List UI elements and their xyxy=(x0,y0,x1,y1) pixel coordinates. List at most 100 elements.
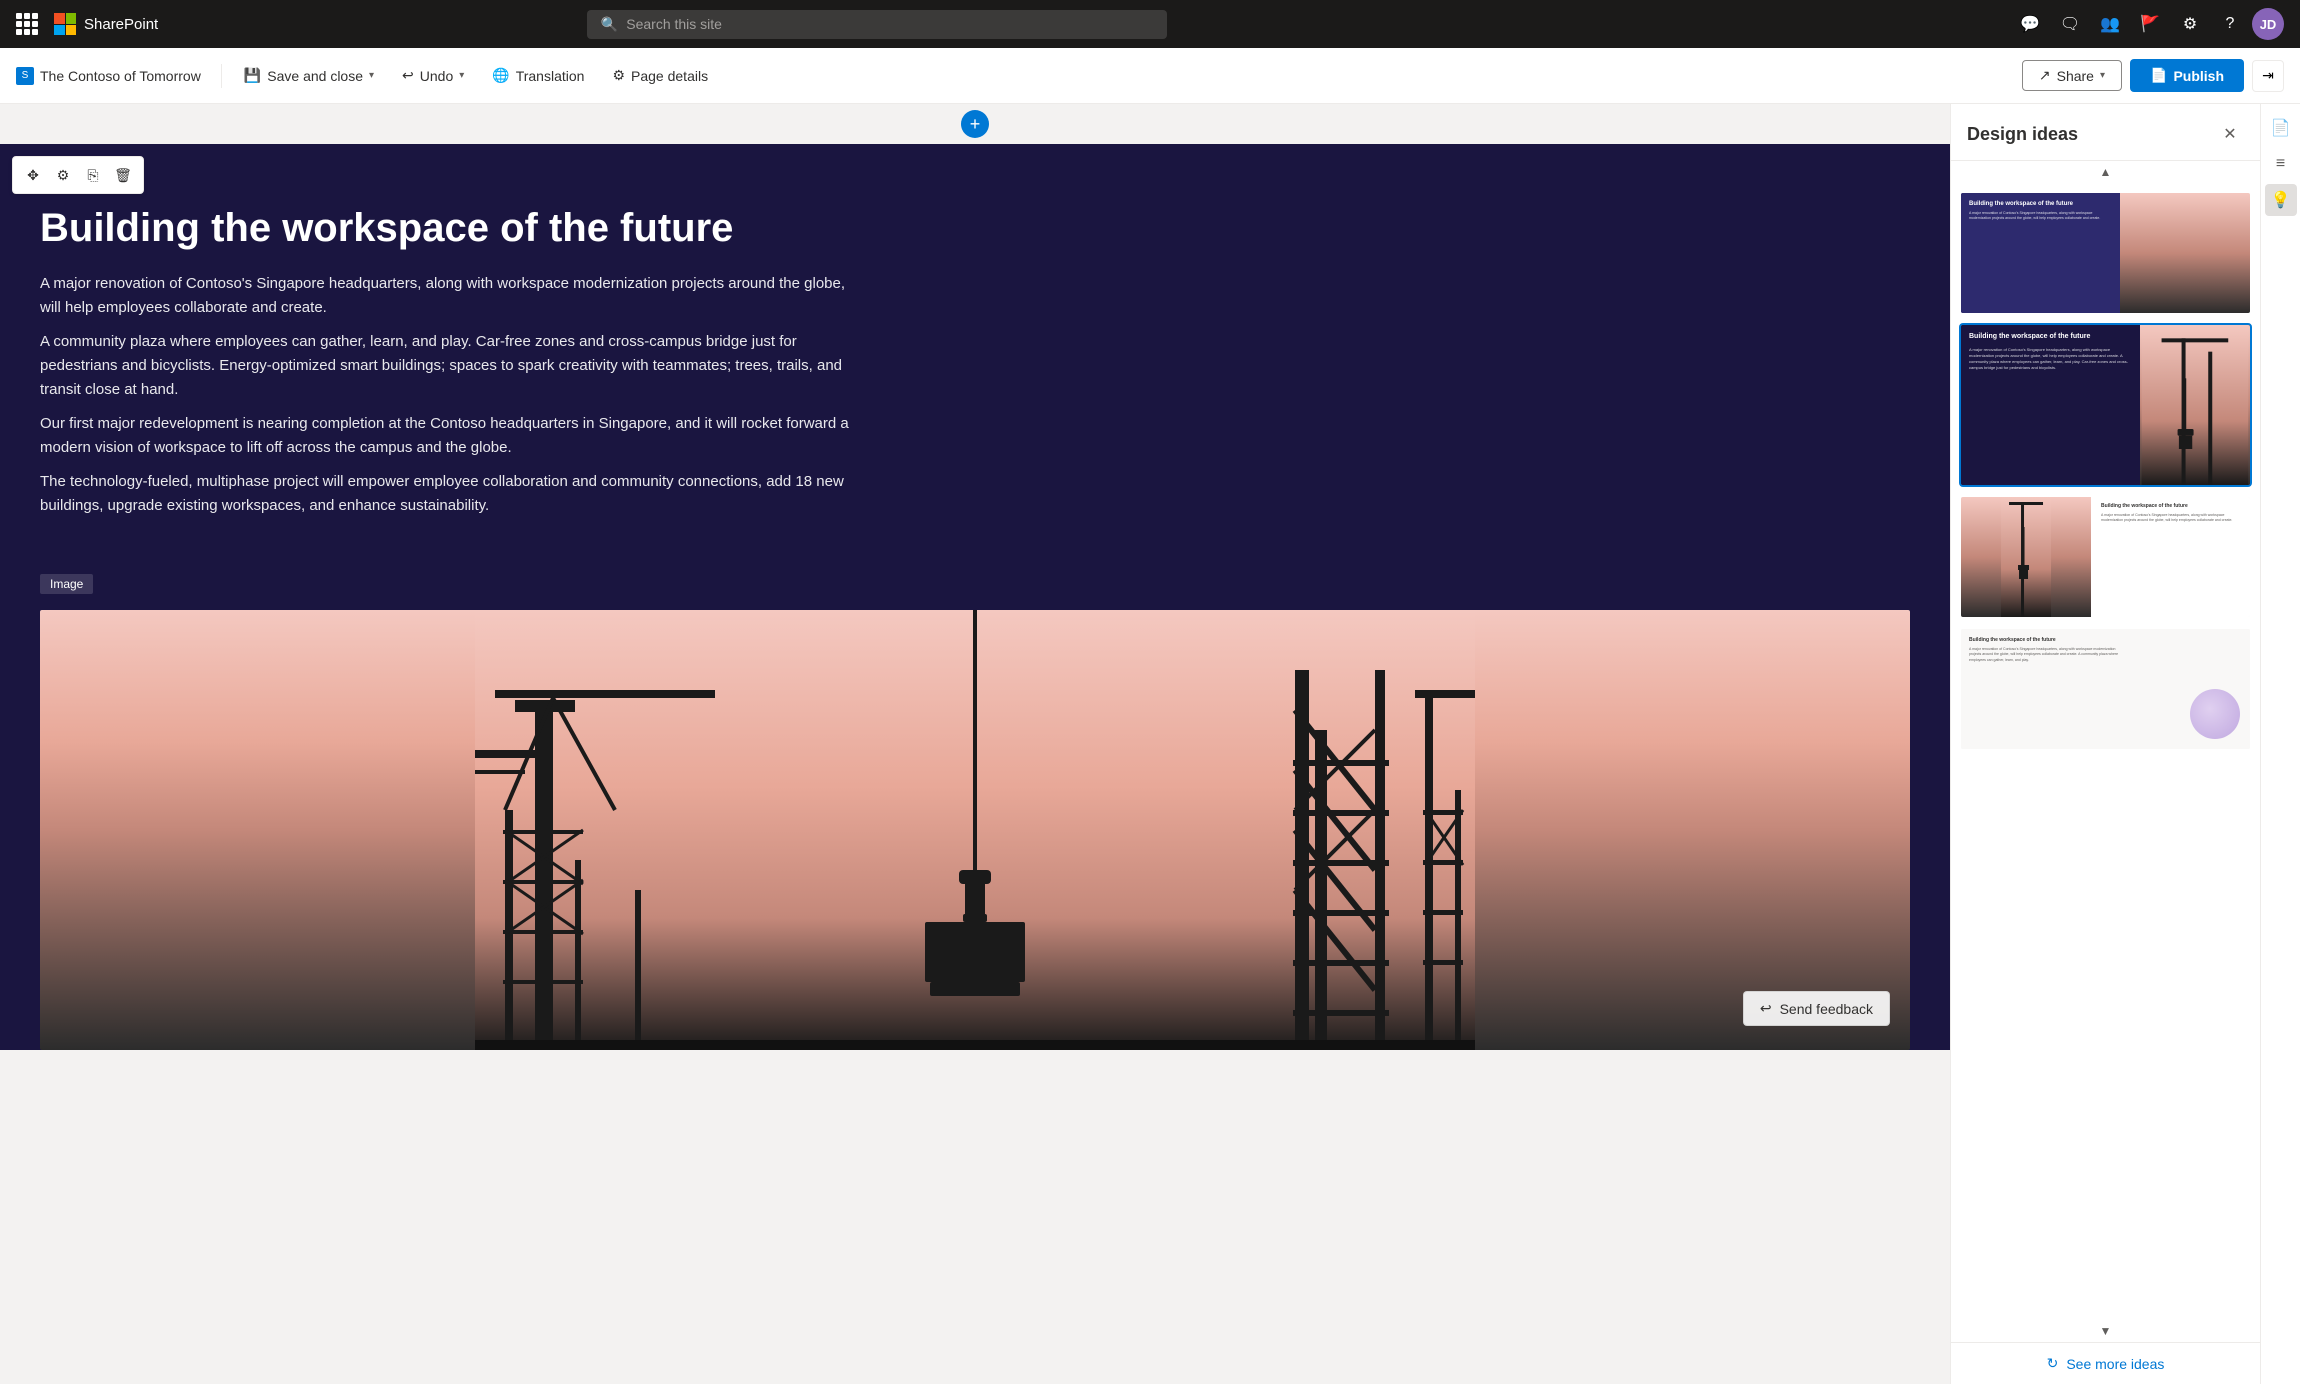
template-card-2[interactable]: Building the workspace of the future A m… xyxy=(1959,323,2252,487)
publish-button[interactable]: 📄 Publish xyxy=(2130,59,2244,92)
template-1-layout: Building the workspace of the future A m… xyxy=(1961,193,2250,313)
template-3-text: Building the workspace of the future A m… xyxy=(2095,497,2250,617)
site-icon: S xyxy=(16,67,34,85)
hero-paragraph-2[interactable]: A community plaza where employees can ga… xyxy=(40,330,860,402)
page-toolbar: S The Contoso of Tomorrow 💾 Save and clo… xyxy=(0,48,2300,104)
template-card-1[interactable]: Building the workspace of the future A m… xyxy=(1959,191,2252,315)
help-icon-button[interactable]: 💬 xyxy=(2012,6,2048,42)
design-scroll-area: Building the workspace of the future A m… xyxy=(1951,183,2260,1320)
people-icon: 👥 xyxy=(2100,14,2120,34)
format-icon: ≡ xyxy=(2276,155,2285,173)
template-3-image xyxy=(1961,497,2091,617)
construction-image[interactable]: ↩ Send feedback xyxy=(40,610,1910,1050)
waffle-dot xyxy=(16,21,22,27)
right-tool-format-button[interactable]: ≡ xyxy=(2265,148,2297,180)
edit-icon: ⚙ xyxy=(57,167,70,184)
question-icon: ? xyxy=(2226,15,2235,33)
template-4-circle-decoration xyxy=(2190,689,2240,739)
crane-illustration xyxy=(40,610,1910,1050)
waffle-dot xyxy=(24,13,30,19)
waffle-dot xyxy=(16,13,22,19)
page-details-button[interactable]: ⚙ Page details xyxy=(602,61,718,90)
design-panel-close-button[interactable]: ✕ xyxy=(2216,120,2244,148)
waffle-dot xyxy=(32,29,38,35)
translation-label: Translation xyxy=(516,68,585,84)
see-more-ideas-button[interactable]: ↻ See more ideas xyxy=(1951,1342,2260,1384)
template-thumb-4: Building the workspace of the future A m… xyxy=(1961,629,2250,749)
section-toolbar: ✥ ⚙ ⎘ 🗑 xyxy=(12,156,144,194)
save-close-label: Save and close xyxy=(267,68,363,84)
microsoft-logo-area[interactable]: SharePoint xyxy=(54,13,158,35)
send-feedback-label: Send feedback xyxy=(1780,1001,1873,1017)
save-close-button[interactable]: 💾 Save and close ▾ xyxy=(234,61,384,90)
design-panel-header: Design ideas ✕ xyxy=(1951,104,2260,161)
template-2-mini-text: A major renovation of Contoso's Singapor… xyxy=(1969,347,2128,371)
user-avatar[interactable]: JD xyxy=(2252,8,2284,40)
hero-paragraph-4[interactable]: The technology-fueled, multiphase projec… xyxy=(40,470,860,518)
template-1-mini-title: Building the workspace of the future xyxy=(1969,201,2112,207)
template-thumb-2: Building the workspace of the future A m… xyxy=(1961,325,2250,485)
image-type-label[interactable]: Image xyxy=(40,574,93,594)
template-4-mini-text: A major renovation of Contoso's Singapor… xyxy=(1969,647,2119,663)
people-button[interactable]: 👥 xyxy=(2092,6,2128,42)
section-duplicate-button[interactable]: ⎘ xyxy=(79,161,107,189)
right-tool-page-button[interactable]: 📄 xyxy=(2265,112,2297,144)
hero-paragraph-3[interactable]: Our first major redevelopment is nearing… xyxy=(40,412,860,460)
settings-button[interactable]: ⚙ xyxy=(2172,6,2208,42)
waffle-dot xyxy=(16,29,22,35)
comment-icon: 🗨 xyxy=(2060,14,2080,34)
template-3-mini-text: A major renovation of Contoso's Singapor… xyxy=(2101,513,2244,524)
template-card-4[interactable]: Building the workspace of the future A m… xyxy=(1959,627,2252,751)
chevron-down-icon: ▼ xyxy=(2100,1324,2112,1338)
template-1-mini-text: A major renovation of Contoso's Singapor… xyxy=(1969,211,2112,222)
section-delete-button[interactable]: 🗑 xyxy=(109,161,137,189)
flag-icon: 🚩 xyxy=(2140,14,2160,34)
page-editor: + ✥ ⚙ ⎘ 🗑 Building the wor xyxy=(0,104,1950,1384)
template-3-mini-title: Building the workspace of the future xyxy=(2101,503,2244,509)
template-2-mini-title: Building the workspace of the future xyxy=(1969,333,2128,340)
hero-content: Building the workspace of the future A m… xyxy=(0,144,900,558)
template-3-inner: Building the workspace of the future A m… xyxy=(1961,497,2250,617)
share-button[interactable]: ↗ Share ▾ xyxy=(2022,60,2122,91)
right-tool-design-button[interactable]: 💡 xyxy=(2265,184,2297,216)
app-launcher-button[interactable] xyxy=(16,13,38,35)
add-section-button[interactable]: + xyxy=(961,110,989,138)
share-chevron-icon: ▾ xyxy=(2100,70,2105,81)
panel-scroll-down[interactable]: ▼ xyxy=(1951,1320,2260,1342)
share-icon: ↗ xyxy=(2039,67,2051,84)
move-icon: ✥ xyxy=(27,167,39,184)
refresh-icon: ↻ xyxy=(2047,1355,2059,1372)
see-more-label: See more ideas xyxy=(2066,1356,2164,1372)
waffle-dot xyxy=(24,21,30,27)
top-navigation: SharePoint 🔍 Search this site 💬 🗨 👥 🚩 ⚙ … xyxy=(0,0,2300,48)
search-box[interactable]: 🔍 Search this site xyxy=(587,10,1167,39)
comments-button[interactable]: 🗨 xyxy=(2052,6,2088,42)
page-icon: 📄 xyxy=(2271,118,2291,138)
translation-button[interactable]: 🌐 Translation xyxy=(482,61,594,90)
feedback-icon: ↩ xyxy=(1760,1000,1772,1017)
chevron-up-icon: ▲ xyxy=(2100,165,2112,179)
undo-button[interactable]: ↩ Undo ▾ xyxy=(392,61,474,90)
hero-paragraph-1[interactable]: A major renovation of Contoso's Singapor… xyxy=(40,272,860,320)
send-feedback-button[interactable]: ↩ Send feedback xyxy=(1743,991,1890,1026)
template-thumb-1: Building the workspace of the future A m… xyxy=(1961,193,2250,313)
question-button[interactable]: ? xyxy=(2212,6,2248,42)
template-4-mini-title: Building the workspace of the future xyxy=(1969,637,2242,643)
search-icon: 🔍 xyxy=(601,16,618,33)
template-card-3[interactable]: Building the workspace of the future A m… xyxy=(1959,495,2252,619)
undo-icon: ↩ xyxy=(402,67,414,84)
section-move-button[interactable]: ✥ xyxy=(19,161,47,189)
panel-scroll-up[interactable]: ▲ xyxy=(1951,161,2260,183)
template-2-inner: Building the workspace of the future A m… xyxy=(1961,325,2250,485)
hero-section: ✥ ⚙ ⎘ 🗑 Building the workspace of the fu… xyxy=(0,144,1950,1050)
undo-chevron-icon: ▾ xyxy=(459,70,464,81)
hero-title[interactable]: Building the workspace of the future xyxy=(40,204,860,252)
chat-bubbles-icon: 💬 xyxy=(2020,14,2040,34)
section-edit-button[interactable]: ⚙ xyxy=(49,161,77,189)
waffle-dot xyxy=(32,21,38,27)
save-close-chevron-icon: ▾ xyxy=(369,70,374,81)
design-templates-list: Building the workspace of the future A m… xyxy=(1951,183,2260,1320)
flag-button[interactable]: 🚩 xyxy=(2132,6,2168,42)
collapse-panel-button[interactable]: ⇥ xyxy=(2252,60,2284,92)
search-placeholder: Search this site xyxy=(626,16,722,32)
